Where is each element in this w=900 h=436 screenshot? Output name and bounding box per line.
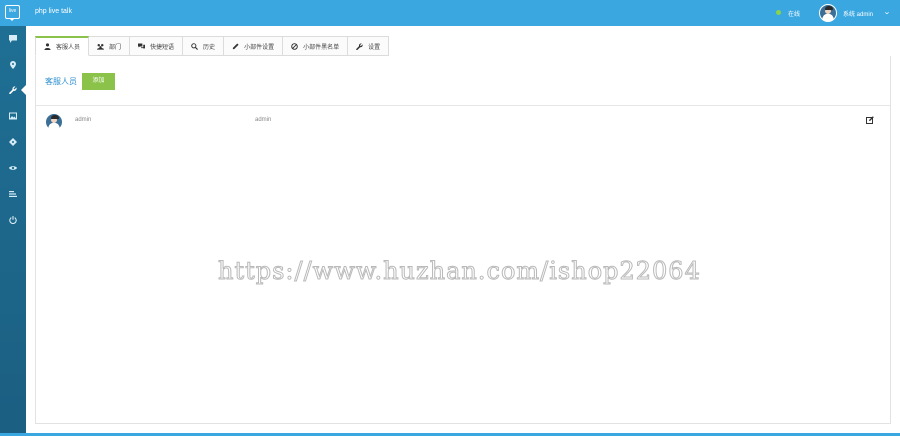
tab-history[interactable]: 历史 — [183, 36, 225, 56]
user-avatar[interactable] — [819, 4, 837, 22]
location-icon — [10, 61, 16, 69]
app-title: php live talk — [35, 8, 72, 15]
user-icon — [44, 43, 51, 50]
content-panel — [35, 56, 891, 424]
agent-name: admin — [75, 117, 92, 123]
chevron-down-icon[interactable]: ⌄ — [883, 8, 891, 16]
tab-settings[interactable]: 设置 — [348, 36, 390, 56]
tab-label: 客服人员 — [56, 45, 81, 51]
image-icon — [9, 112, 17, 120]
tab-label: 快捷短语 — [150, 44, 175, 51]
tab-label: 设置 — [368, 44, 381, 51]
online-status-text[interactable]: 在线 — [788, 9, 800, 18]
tab-departments[interactable]: 部门 — [89, 36, 131, 56]
sidebar-item-monitor[interactable] — [0, 159, 26, 177]
search-icon — [191, 42, 199, 50]
sidebar-item-settings[interactable] — [0, 81, 26, 99]
tab-label: 部门 — [109, 44, 122, 51]
agent-login: admin — [255, 117, 272, 123]
tab-widget-settings[interactable]: 小部件设置 — [224, 36, 284, 56]
sidebar-item-list[interactable] — [0, 185, 26, 203]
watermark-text: https://www.huzhan.com/ishop22064 — [218, 257, 701, 286]
tab-label: 小部件设置 — [244, 44, 275, 51]
top-bar: live php live talk 在线 系统 admin ⌄ — [0, 0, 900, 26]
online-status-icon — [776, 10, 781, 15]
edit-icon[interactable] — [866, 116, 874, 124]
add-agent-button[interactable]: 添加 — [82, 73, 115, 90]
wrench-icon — [356, 42, 363, 50]
tab-label: 历史 — [203, 44, 216, 51]
user-name[interactable]: 系统 admin — [843, 9, 873, 18]
sidebar-item-media[interactable] — [0, 107, 26, 125]
agent-avatar — [45, 113, 63, 131]
divider — [36, 105, 890, 106]
tab-agents[interactable]: 客服人员 — [35, 36, 90, 56]
sidebar-item-location[interactable] — [0, 56, 26, 74]
section-title: 客服人员 — [45, 77, 77, 86]
chat-icon — [9, 35, 17, 43]
group-icon — [97, 43, 105, 50]
sidebar-item-logout[interactable] — [0, 211, 26, 229]
tag-icon — [9, 138, 17, 146]
ban-icon — [291, 42, 298, 50]
sidebar — [0, 26, 26, 436]
power-icon — [9, 216, 17, 224]
logo-text: live — [8, 8, 17, 14]
chat-bubbles-icon — [138, 42, 146, 49]
tab-widget-blacklist[interactable]: 小部件黑名单 — [283, 36, 349, 56]
app-logo[interactable]: live — [5, 5, 20, 21]
tab-label: 小部件黑名单 — [303, 44, 340, 51]
list-icon — [9, 191, 17, 197]
sidebar-item-tags[interactable] — [0, 133, 26, 151]
tab-canned-responses[interactable]: 快捷短语 — [130, 36, 184, 56]
pen-icon — [232, 42, 239, 49]
eye-icon — [9, 166, 17, 170]
sidebar-item-chat[interactable] — [0, 30, 26, 48]
tab-bar: 客服人员 部门 快捷短语 历史 小部件设置 小部件黑名单 设置 — [35, 36, 390, 56]
wrench-icon — [9, 86, 17, 94]
